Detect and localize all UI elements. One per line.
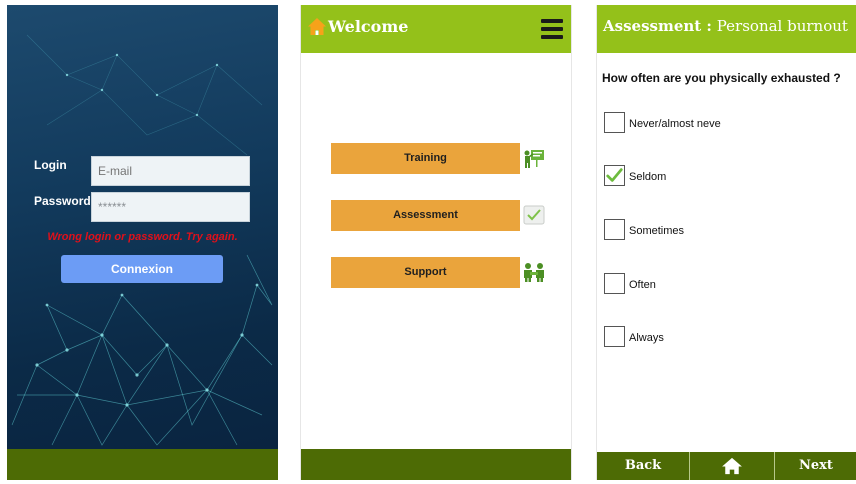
connexion-button[interactable]: Connexion — [61, 255, 223, 283]
welcome-screen: Welcome Training Assessment Support — [300, 5, 572, 480]
option-label-seldom: Seldom — [629, 171, 667, 183]
option-checkbox-always[interactable] — [604, 326, 625, 347]
assessment-screen: Assessment : Personal burnout How often … — [596, 5, 856, 480]
next-button[interactable]: Next — [775, 452, 856, 480]
option-label-often: Often — [629, 279, 656, 291]
check-icon — [606, 168, 623, 182]
home-icon[interactable] — [307, 17, 327, 37]
option-checkbox-sometimes[interactable] — [604, 219, 625, 240]
email-input[interactable] — [91, 156, 250, 186]
login-screen: Login Password ****** Wrong login or pas… — [7, 5, 278, 480]
option-label-always: Always — [629, 332, 664, 344]
option-checkbox-seldom[interactable] — [604, 165, 625, 186]
assessment-header: Assessment : Personal burnout — [597, 5, 856, 53]
login-label: Login — [34, 158, 67, 172]
support-people-icon — [524, 263, 544, 282]
option-checkbox-often[interactable] — [604, 273, 625, 294]
hamburger-menu-icon[interactable] — [541, 19, 563, 39]
password-input[interactable]: ****** — [91, 192, 250, 222]
page-title: Welcome — [328, 17, 409, 36]
assessment-footer-bar: Back Next — [597, 452, 856, 480]
login-footer-bar — [7, 449, 278, 480]
assessment-button[interactable]: Assessment — [331, 200, 520, 231]
network-background-graphic — [11, 34, 273, 446]
option-label-sometimes: Sometimes — [629, 225, 685, 237]
question-text: How often are you physically exhausted ? — [602, 71, 841, 85]
option-checkbox-never[interactable] — [604, 112, 625, 133]
home-button[interactable] — [690, 452, 774, 480]
training-board-icon — [524, 150, 544, 168]
welcome-header: Welcome — [301, 5, 571, 53]
password-label: Password — [34, 194, 91, 208]
checkmark-icon — [523, 205, 545, 225]
welcome-footer-bar — [301, 449, 571, 480]
error-message: Wrong login or password. Try again. — [47, 231, 238, 243]
back-button[interactable]: Back — [597, 452, 689, 480]
support-button[interactable]: Support — [331, 257, 520, 288]
training-button[interactable]: Training — [331, 143, 520, 174]
option-label-never: Never/almost neve — [629, 118, 721, 130]
home-icon — [722, 457, 742, 475]
page-title: Assessment : Personal burnout — [603, 17, 848, 35]
